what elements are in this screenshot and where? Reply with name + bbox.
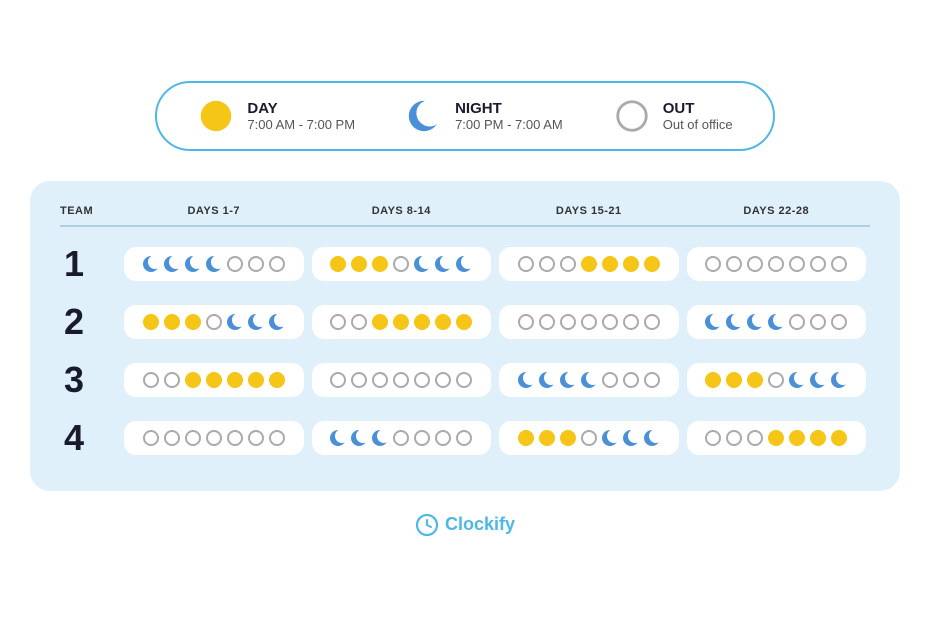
day-cell-row4-d814 (312, 421, 492, 455)
day-cell-row1-d1521 (499, 247, 679, 281)
night-hours: 7:00 PM - 7:00 AM (455, 117, 563, 132)
cell-row2-d2228 (683, 293, 871, 351)
schedule-container: TEAM DAYS 1-7 DAYS 8-14 DAYS 15-21 DAYS … (30, 181, 900, 491)
team-number: 2 (60, 293, 120, 351)
day-cell-row3-d2228 (687, 363, 867, 397)
day-hours: 7:00 AM - 7:00 PM (247, 117, 355, 132)
out-icon (613, 97, 651, 135)
table-header-row: TEAM DAYS 1-7 DAYS 8-14 DAYS 15-21 DAYS … (60, 205, 870, 225)
cell-row2-d1521 (495, 293, 683, 351)
cell-row1-d2228 (683, 235, 871, 293)
cell-row3-d2228 (683, 351, 871, 409)
col-days1521: DAYS 15-21 (495, 205, 683, 225)
legend-night: NIGHT 7:00 PM - 7:00 AM (405, 97, 563, 135)
day-cell-row2-d2228 (687, 305, 867, 339)
cell-row3-d17 (120, 351, 308, 409)
col-days2228: DAYS 22-28 (683, 205, 871, 225)
cell-row1-d814 (308, 235, 496, 293)
day-cell-row2-d1521 (499, 305, 679, 339)
col-days17: DAYS 1-7 (120, 205, 308, 225)
clockify-logo: Clockify (415, 513, 515, 537)
moon-icon (405, 97, 443, 135)
table-row: 3 (60, 351, 870, 409)
sun-icon (197, 97, 235, 135)
night-label: NIGHT (455, 100, 563, 117)
team-number: 3 (60, 351, 120, 409)
cell-row3-d814 (308, 351, 496, 409)
col-team: TEAM (60, 205, 120, 225)
table-row: 2 (60, 293, 870, 351)
cell-row3-d1521 (495, 351, 683, 409)
day-cell-row1-d814 (312, 247, 492, 281)
table-row: 4 (60, 409, 870, 467)
legend: DAY 7:00 AM - 7:00 PM NIGHT 7:00 PM - 7:… (155, 81, 774, 151)
day-cell-row3-d17 (124, 363, 304, 397)
out-label: OUT (663, 100, 733, 117)
cell-row2-d814 (308, 293, 496, 351)
day-cell-row4-d17 (124, 421, 304, 455)
legend-out: OUT Out of office (613, 97, 733, 135)
cell-row4-d17 (120, 409, 308, 467)
out-subtitle: Out of office (663, 117, 733, 132)
day-cell-row4-d1521 (499, 421, 679, 455)
cell-row4-d2228 (683, 409, 871, 467)
cell-row1-d17 (120, 235, 308, 293)
day-cell-row3-d814 (312, 363, 492, 397)
table-row: 1 (60, 235, 870, 293)
cell-row1-d1521 (495, 235, 683, 293)
team-number: 1 (60, 235, 120, 293)
cell-row4-d814 (308, 409, 496, 467)
team-number: 4 (60, 409, 120, 467)
col-days814: DAYS 8-14 (308, 205, 496, 225)
day-label: DAY (247, 100, 355, 117)
cell-row4-d1521 (495, 409, 683, 467)
schedule-table: TEAM DAYS 1-7 DAYS 8-14 DAYS 15-21 DAYS … (60, 205, 870, 467)
day-cell-row1-d2228 (687, 247, 867, 281)
footer: Clockify (415, 513, 515, 537)
day-cell-row3-d1521 (499, 363, 679, 397)
day-cell-row2-d814 (312, 305, 492, 339)
day-cell-row2-d17 (124, 305, 304, 339)
brand-name: Clockify (445, 514, 515, 535)
cell-row2-d17 (120, 293, 308, 351)
legend-day: DAY 7:00 AM - 7:00 PM (197, 97, 355, 135)
day-cell-row1-d17 (124, 247, 304, 281)
clockify-icon (415, 513, 439, 537)
day-cell-row4-d2228 (687, 421, 867, 455)
